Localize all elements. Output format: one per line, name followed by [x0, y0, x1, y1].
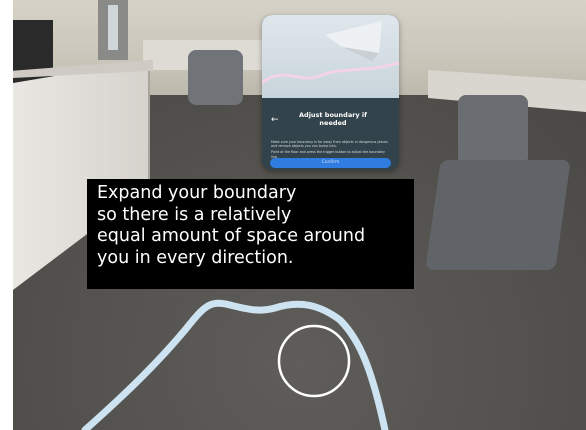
boundary-line[interactable]	[81, 299, 389, 430]
boundary-illustration	[262, 15, 399, 98]
panel-title: Adjust boundary if needed	[299, 111, 367, 127]
arrow-left-icon[interactable]: ←	[271, 115, 281, 125]
guardian-panel-body: ← Adjust boundary if needed Make sure yo…	[262, 98, 399, 170]
floor-cursor-ring[interactable]	[277, 324, 351, 398]
description-line: Point at the floor and press the trigger…	[271, 150, 369, 155]
instruction-caption: Expand your boundary so there is a relat…	[87, 179, 414, 289]
caption-text: Expand your boundary so there is a relat…	[97, 183, 366, 268]
boundary-illustration-graphic	[262, 21, 399, 85]
confirm-button[interactable]: Confirm	[270, 158, 391, 168]
vr-passthrough-view: ← Adjust boundary if needed Make sure yo…	[0, 0, 586, 430]
guardian-setup-panel: ← Adjust boundary if needed Make sure yo…	[262, 15, 399, 170]
